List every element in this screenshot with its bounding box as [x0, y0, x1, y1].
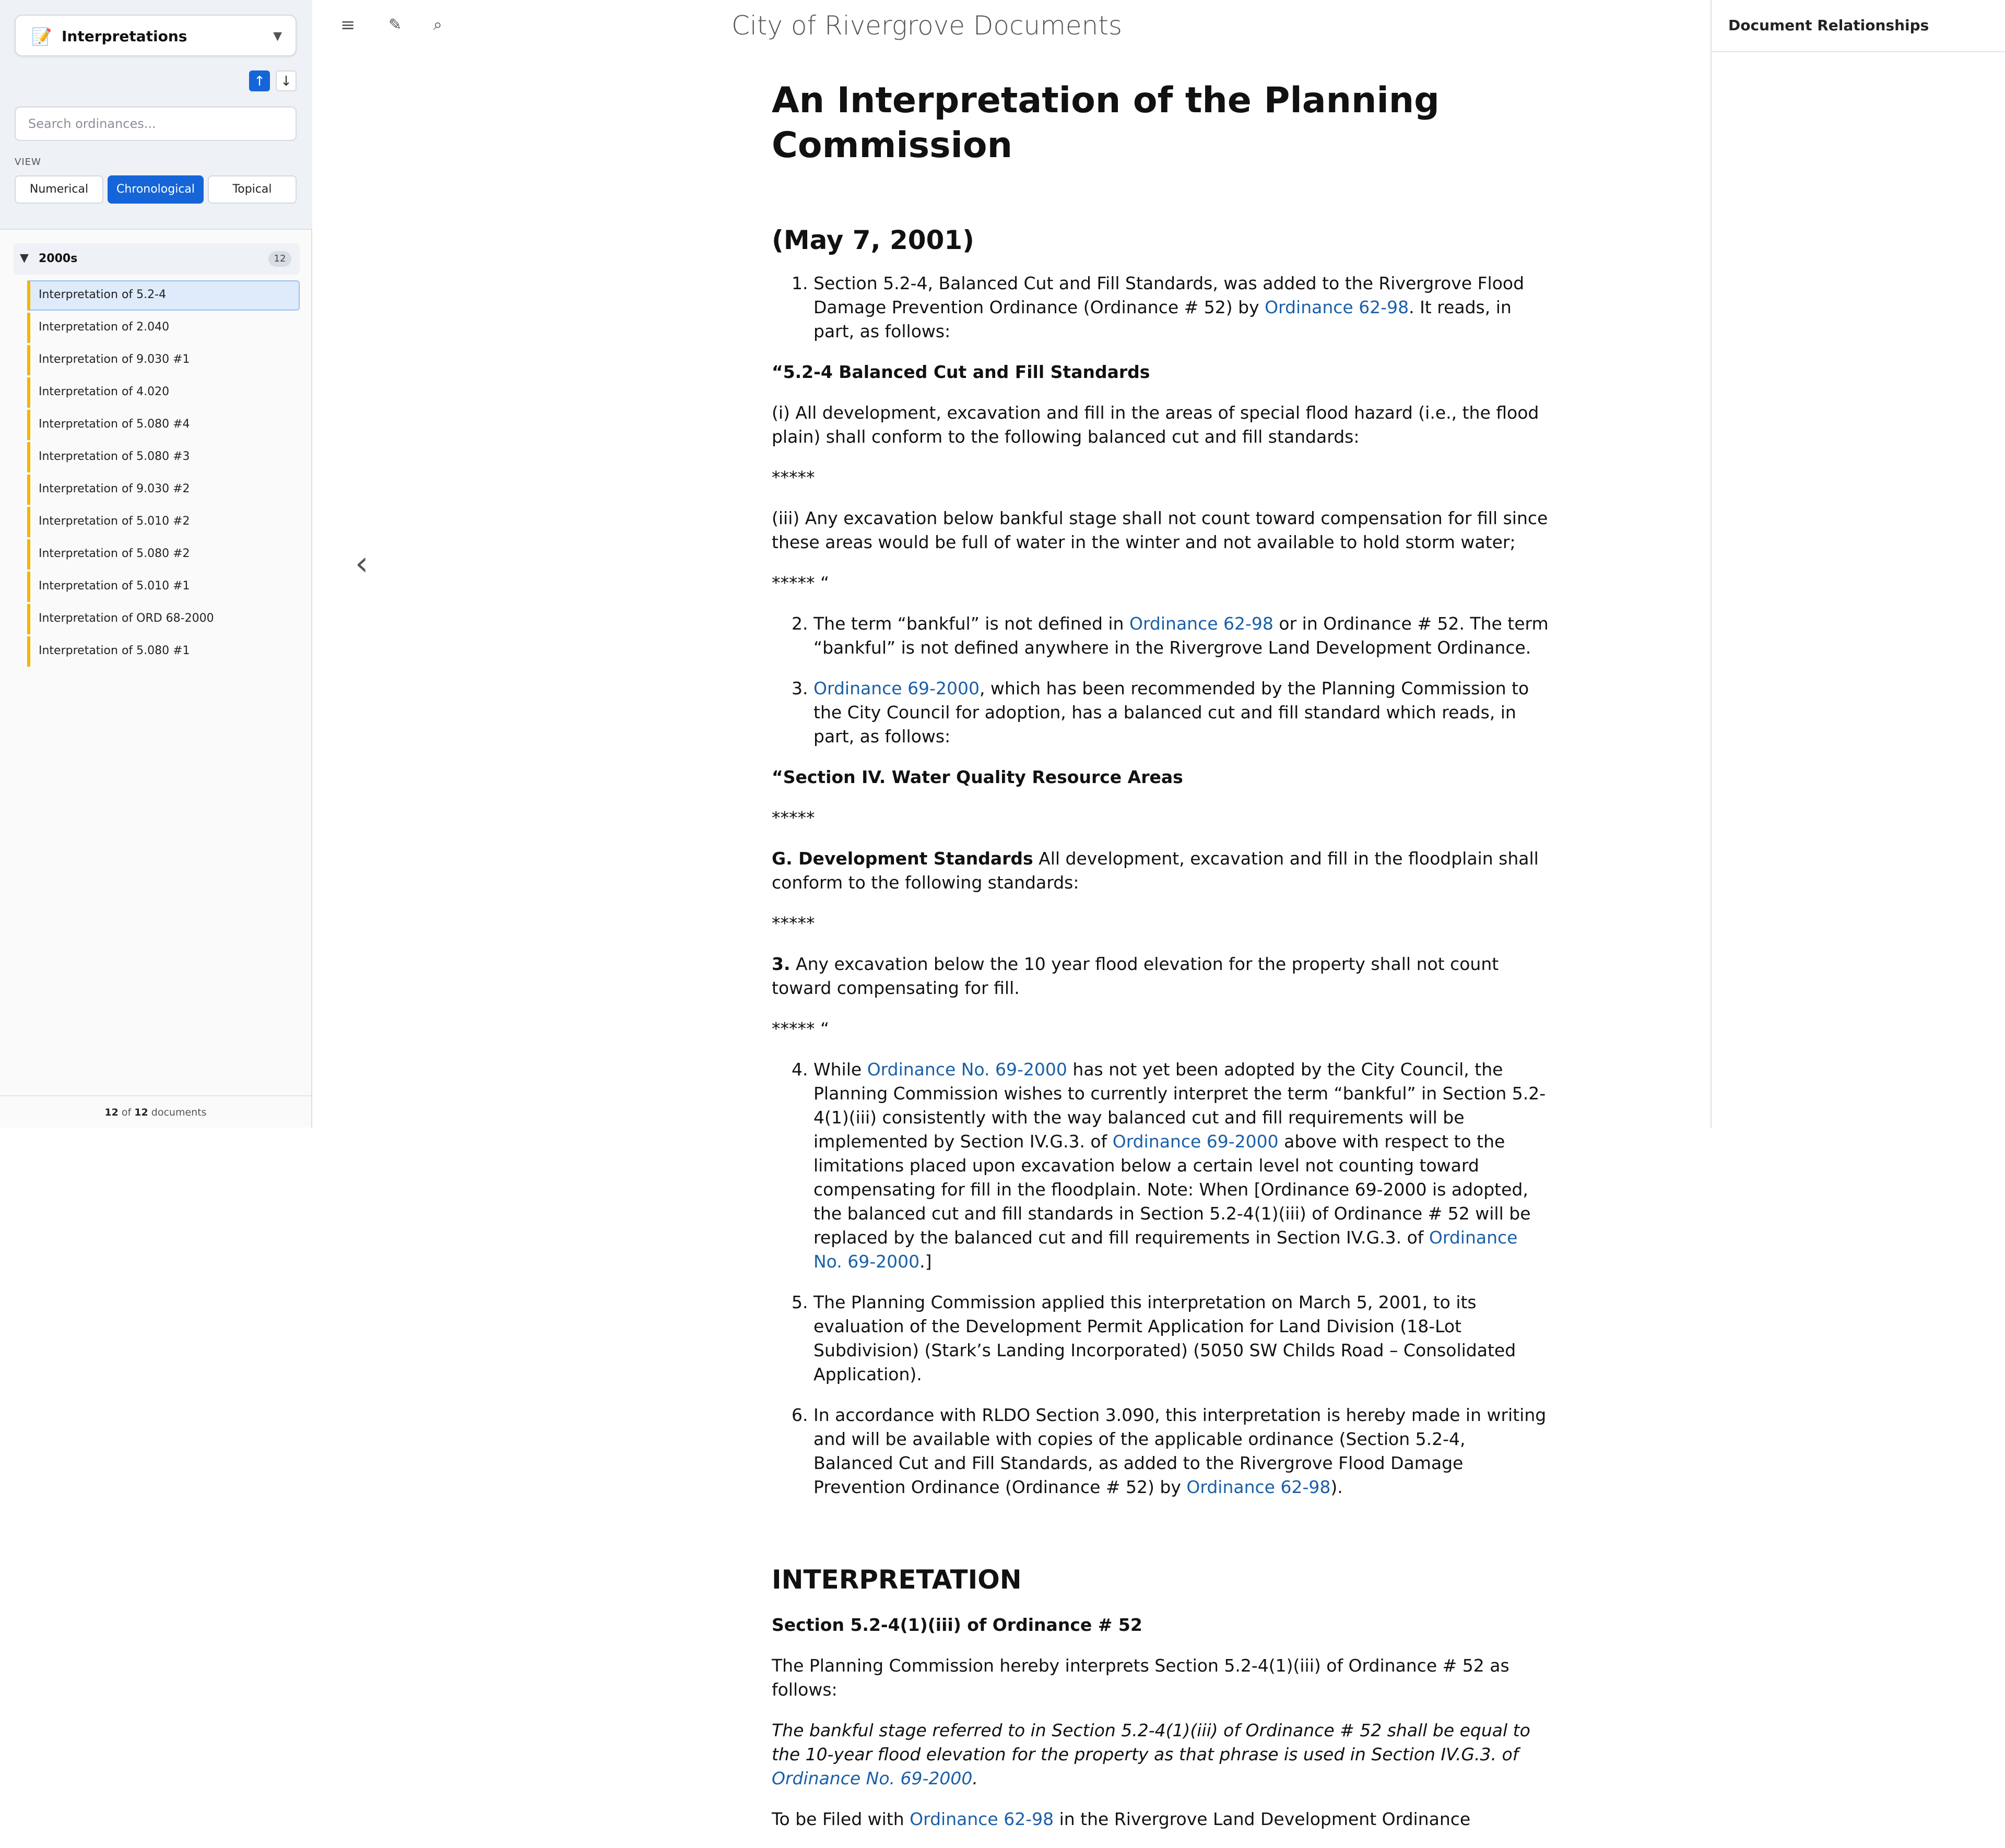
search-input[interactable]	[15, 106, 297, 141]
list-item: While Ordinance No. 69-2000 has not yet …	[813, 1058, 1550, 1274]
interpretation-subheading: Section 5.2-4(1)(iii) of Ordinance # 52	[772, 1615, 1142, 1635]
stars-separator: *****	[772, 913, 815, 933]
shown-count: 12	[104, 1107, 119, 1118]
ordinance-link[interactable]: Ordinance No. 69-2000	[867, 1059, 1067, 1080]
menu-icon[interactable]: ≡	[340, 15, 356, 35]
list-item: Ordinance 69-2000, which has been recomm…	[813, 677, 1550, 749]
list-item[interactable]: Interpretation of 5.010 #1	[27, 572, 300, 602]
quote-text: Any excavation below the 10 year flood e…	[772, 954, 1499, 998]
item-text: .]	[919, 1251, 932, 1272]
ordinance-link[interactable]: Ordinance 62-98	[1186, 1477, 1330, 1497]
group-header-2000s[interactable]: ▼ 2000s 12	[14, 243, 300, 275]
list-item[interactable]: Interpretation of 5.080 #3	[27, 442, 300, 472]
interpretation-statement: The bankful stage referred to in Section…	[772, 1719, 1550, 1791]
list-item[interactable]: Interpretation of 5.080 #4	[27, 410, 300, 440]
findings-list-1: Section 5.2-4, Balanced Cut and Fill Sta…	[772, 271, 1550, 343]
group-count-badge: 12	[268, 251, 291, 267]
list-item[interactable]: Interpretation of 9.030 #1	[27, 345, 300, 375]
quote-heading: “Section IV. Water Quality Resource Area…	[772, 767, 1183, 787]
sidebar: 📝 Interpretations ▼ ↑ ↓ VIEW Numerical C…	[0, 0, 312, 1128]
sort-descending-button[interactable]: ↓	[276, 70, 297, 91]
count-of: of	[121, 1107, 132, 1118]
statement-text: The bankful stage referred to in Section…	[772, 1720, 1530, 1764]
group-label: 2000s	[39, 252, 78, 265]
list-item[interactable]: Interpretation of ORD 68-2000	[27, 604, 300, 634]
ordinance-link[interactable]: Ordinance 62-98	[1129, 613, 1273, 634]
filing-text: in the Rivergrove Land Development Ordin…	[1054, 1809, 1471, 1829]
quote-paragraph: G. Development Standards All development…	[772, 847, 1550, 895]
document-title: An Interpretation of the Planning Commis…	[772, 80, 1440, 166]
ordinance-link[interactable]: Ordinance 69-2000	[1113, 1131, 1279, 1152]
search-icon[interactable]: ⌕	[433, 15, 442, 35]
item-text: The term “bankful” is not defined in	[813, 613, 1129, 634]
view-chronological-button[interactable]: Chronological	[108, 175, 204, 204]
item-text: ).	[1330, 1477, 1343, 1497]
memo-icon: 📝	[31, 27, 52, 46]
ordinance-link[interactable]: Ordinance 62-98	[1265, 297, 1409, 317]
item-text: While	[813, 1059, 867, 1080]
quote-bold: G. Development Standards	[772, 848, 1033, 869]
relationships-title: Document Relationships	[1712, 0, 2005, 52]
findings-list-3: While Ordinance No. 69-2000 has not yet …	[772, 1058, 1550, 1499]
ordinance-link[interactable]: Ordinance 69-2000	[813, 678, 980, 698]
list-item: Section 5.2-4, Balanced Cut and Fill Sta…	[813, 271, 1550, 343]
view-numerical-button[interactable]: Numerical	[15, 175, 103, 204]
interpretation-paragraph: The Planning Commission hereby interpret…	[772, 1655, 1509, 1700]
statement-text: .	[972, 1768, 978, 1788]
ordinance-link[interactable]: Ordinance 62-98	[910, 1809, 1054, 1829]
item-text: In accordance with RLDO Section 3.090, t…	[813, 1405, 1547, 1497]
quote-paragraph: 3. Any excavation below the 10 year floo…	[772, 952, 1550, 1000]
total-count: 12	[134, 1107, 148, 1118]
view-label: VIEW	[15, 157, 41, 168]
findings-list-2: The term “bankful” is not defined in Ord…	[772, 612, 1550, 749]
filing-text: To be Filed with	[772, 1809, 910, 1829]
document-content: An Interpretation of the Planning Commis…	[772, 78, 1550, 1848]
brush-icon[interactable]: ✎	[388, 15, 402, 35]
view-topical-button[interactable]: Topical	[208, 175, 297, 204]
relationships-panel: Document Relationships	[1711, 0, 2005, 1128]
list-item[interactable]: Interpretation of 5.010 #2	[27, 507, 300, 537]
list-item[interactable]: Interpretation of 9.030 #2	[27, 475, 300, 505]
quote-paragraph: (i) All development, excavation and fill…	[772, 402, 1539, 447]
filing-note: To be Filed with Ordinance 62-98 in the …	[772, 1807, 1550, 1831]
stars-separator: *****	[772, 808, 815, 828]
interpretation-heading: INTERPRETATION	[772, 1565, 1022, 1595]
triangle-down-icon: ▼	[20, 252, 29, 265]
count-suffix: documents	[151, 1107, 207, 1118]
collection-label: Interpretations	[62, 28, 187, 45]
stars-separator: ***** “	[772, 573, 830, 593]
ordinance-link[interactable]: Ordinance No. 69-2000	[772, 1768, 972, 1788]
list-item: In accordance with RLDO Section 3.090, t…	[813, 1403, 1550, 1499]
site-title: City of Rivergrove Documents	[731, 10, 1123, 41]
list-item: The Planning Commission applied this int…	[813, 1290, 1550, 1387]
stars-separator: *****	[772, 467, 815, 488]
stars-separator: ***** “	[772, 1018, 830, 1039]
chevron-left-icon[interactable]: ‹	[355, 543, 369, 585]
document-count: 12 of 12 documents	[0, 1095, 311, 1129]
document-date: (May 7, 2001)	[772, 225, 975, 255]
quote-paragraph: (iii) Any excavation below bankful stage…	[772, 508, 1548, 552]
list-item: The term “bankful” is not defined in Ord…	[813, 612, 1550, 660]
sidebar-controls: 📝 Interpretations ▼ ↑ ↓ VIEW Numerical C…	[0, 0, 312, 230]
chevron-down-icon: ▼	[273, 30, 282, 43]
list-item[interactable]: Interpretation of 4.020	[27, 377, 300, 408]
list-item[interactable]: Interpretation of 5.080 #2	[27, 539, 300, 570]
quote-heading: “5.2-4 Balanced Cut and Fill Standards	[772, 362, 1150, 382]
list-item[interactable]: Interpretation of 5.2-4	[27, 280, 300, 311]
quote-bold: 3.	[772, 954, 791, 974]
sort-ascending-button[interactable]: ↑	[249, 70, 270, 91]
collection-selector[interactable]: 📝 Interpretations ▼	[15, 15, 297, 56]
list-item[interactable]: Interpretation of 5.080 #1	[27, 636, 300, 667]
list-item[interactable]: Interpretation of 2.040	[27, 313, 300, 343]
document-list: Interpretation of 5.2-4 Interpretation o…	[27, 280, 300, 669]
